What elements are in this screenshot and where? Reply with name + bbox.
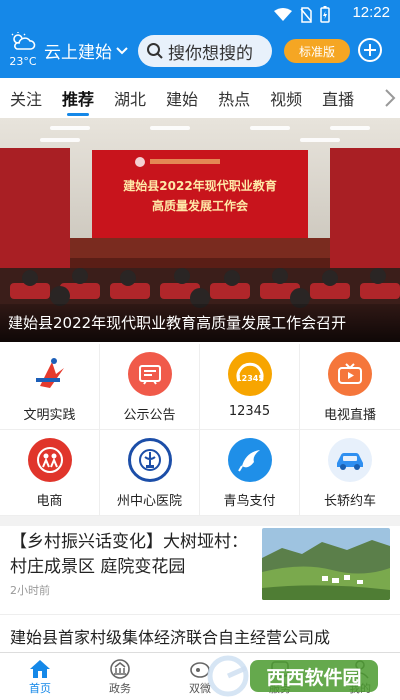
service-hotline[interactable]: 12345 12345 (200, 344, 300, 430)
news-title: 【乡村振兴话变化】大树垭村：村庄成景区 庭院变花园 (10, 532, 248, 577)
city-selector[interactable]: 云上建始 (44, 38, 128, 63)
weibo-wechat-icon (190, 661, 210, 678)
tab-hubei[interactable]: 湖北 (104, 78, 156, 118)
chevron-right-icon[interactable] (384, 88, 396, 108)
section-divider (0, 516, 400, 526)
screen-line2: 高质量发展工作会 (152, 198, 249, 213)
nav-label: 我的 (349, 681, 371, 695)
news-item[interactable]: 建始县首家村级集体经济联合自主经营公司成 (0, 614, 400, 652)
app-screen: 12:22 23°C 云上建始 搜你想搜的 标准版 关注 推荐 湖北 建始 热点… (0, 0, 400, 700)
car-icon (328, 438, 372, 482)
search-icon (147, 43, 163, 59)
nav-label: 政务 (109, 681, 131, 695)
nav-government[interactable]: 政务 (80, 653, 160, 700)
nav-profile[interactable]: 我的 (320, 653, 400, 700)
edition-badge-button[interactable]: 标准版 (284, 39, 350, 63)
tab-video[interactable]: 视频 (260, 78, 312, 118)
government-icon (110, 658, 130, 679)
service-label: 电视直播 (323, 408, 376, 423)
search-placeholder: 搜你想搜的 (168, 43, 253, 64)
news-time: 2小时前 (10, 584, 50, 597)
notice-board-icon (127, 352, 172, 396)
search-input[interactable]: 搜你想搜的 (138, 35, 272, 67)
city-name: 云上建始 (44, 43, 112, 63)
service-bluebird-pay[interactable]: 青鸟支付 (200, 430, 300, 516)
news-title: 建始县首家村级集体经济联合自主经营公司成 (10, 628, 331, 647)
service-label: 文明实践 (23, 408, 76, 423)
nav-label: 首页 (29, 681, 51, 695)
tab-jianshi[interactable]: 建始 (156, 78, 208, 118)
no-sim-icon (300, 6, 312, 23)
banner-caption: 建始县2022年现代职业教育高质量发展工作会召开 (0, 304, 400, 342)
service-civilization-practice[interactable]: 文明实践 (0, 344, 100, 430)
service-label: 长轿约车 (323, 494, 376, 509)
tab-recommend[interactable]: 推荐 (52, 78, 104, 118)
news-item[interactable]: 【乡村振兴话变化】大树垭村：村庄成景区 庭院变花园 2小时前 (0, 526, 400, 612)
service-grid: 文明实践 公示公告 12345 12345 电视直播 电商 州中心医院 青鸟支付… (0, 344, 400, 516)
service-hospital[interactable]: 州中心医院 (100, 430, 200, 516)
service-tv-live[interactable]: 电视直播 (300, 344, 400, 430)
nav-service[interactable]: 服务 (240, 653, 320, 700)
nav-label: 双微 (189, 681, 211, 695)
service-label: 电商 (36, 494, 63, 509)
bluebird-pay-icon (227, 438, 272, 482)
bottom-navigation: 首页 政务 双微 服务 我的 (0, 652, 400, 700)
service-icon (271, 660, 289, 677)
plus-icon (364, 44, 376, 56)
profile-icon (351, 659, 369, 679)
tab-follow[interactable]: 关注 (0, 78, 52, 118)
service-car-hailing[interactable]: 长轿约车 (300, 430, 400, 516)
top-header: 12:22 23°C 云上建始 搜你想搜的 标准版 (0, 0, 400, 78)
service-label: 12345 (228, 404, 271, 419)
screen-line1: 建始县2022年现代职业教育 (122, 178, 276, 193)
nav-label: 服务 (269, 681, 291, 695)
hotline-12345-icon: 12345 (227, 352, 272, 396)
status-time: 12:22 (352, 4, 390, 21)
status-icons (274, 6, 330, 23)
nav-home[interactable]: 首页 (0, 653, 80, 700)
news-thumbnail (262, 528, 390, 600)
weather-temp: 23°C (9, 55, 37, 68)
civilization-practice-icon (28, 352, 72, 396)
service-notice[interactable]: 公示公告 (100, 344, 200, 430)
service-label: 公示公告 (123, 408, 176, 423)
service-ecommerce[interactable]: 电商 (0, 430, 100, 516)
tab-live[interactable]: 直播 (312, 78, 364, 118)
add-button[interactable] (358, 38, 382, 62)
status-bar: 12:22 (0, 0, 400, 26)
channel-tabs: 关注 推荐 湖北 建始 热点 视频 直播 (0, 78, 400, 118)
ecommerce-icon (27, 438, 72, 482)
cloud-sun-icon (11, 32, 36, 50)
headline-banner[interactable]: 建始县2022年现代职业教育 高质量发展工作会 建始县2022年现代职业教育高质… (0, 118, 400, 342)
wifi-icon (274, 7, 292, 21)
chevron-down-icon (116, 46, 128, 54)
weather-widget[interactable]: 23°C (8, 32, 38, 68)
nav-weibo-wechat[interactable]: 双微 (160, 653, 240, 700)
tv-live-icon (328, 352, 372, 396)
hospital-emblem-icon (127, 438, 172, 482)
tab-hot[interactable]: 热点 (208, 78, 260, 118)
service-label: 青鸟支付 (223, 494, 276, 509)
battery-icon (320, 6, 330, 23)
app-header: 23°C 云上建始 搜你想搜的 标准版 (0, 26, 400, 78)
home-icon (30, 659, 50, 678)
service-label: 州中心医院 (116, 494, 182, 509)
svg-text:12345: 12345 (236, 374, 264, 383)
